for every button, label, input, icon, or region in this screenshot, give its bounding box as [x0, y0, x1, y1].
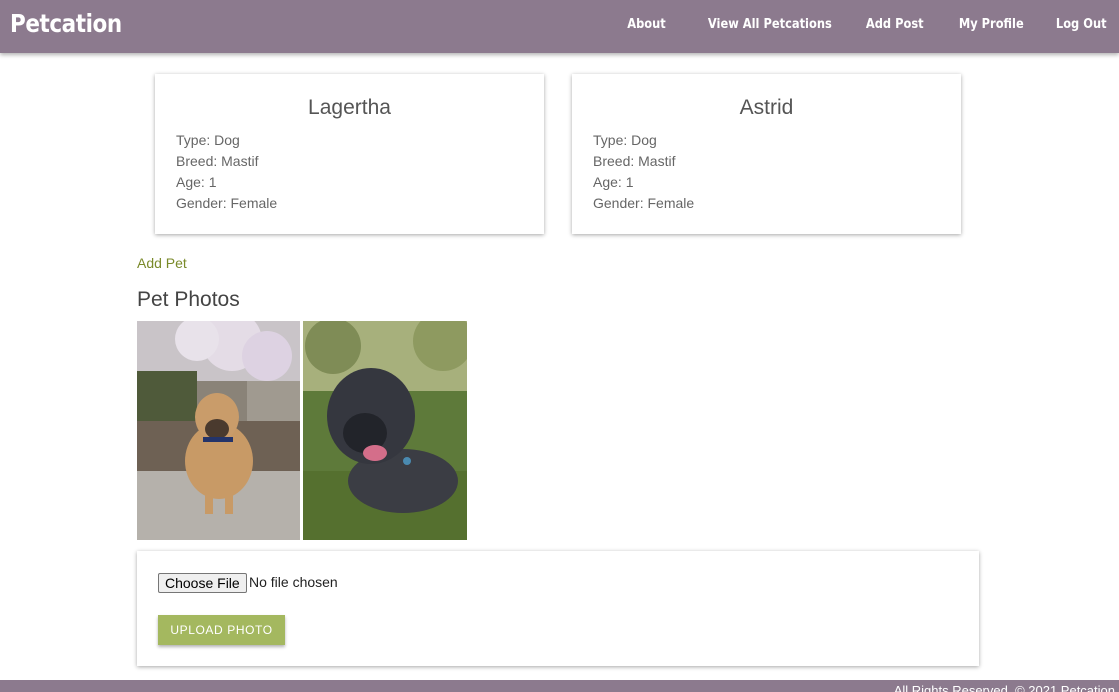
brand-logo[interactable]: Petcation — [10, 9, 122, 38]
pet-age: Age: 1 — [593, 174, 634, 190]
pet-type: Type: Dog — [176, 132, 240, 148]
nav-link-add-post[interactable]: Add Post — [866, 17, 924, 32]
nav-link-log-out[interactable]: Log Out — [1056, 17, 1107, 32]
pet-type: Type: Dog — [593, 132, 657, 148]
add-pet-link[interactable]: Add Pet — [137, 255, 187, 271]
nav-link-about[interactable]: About — [627, 17, 666, 32]
pet-gender: Gender: Female — [593, 195, 695, 211]
brindle-mastiff-lying-photo[interactable] — [303, 321, 467, 540]
pet-card: Astrid Type: Dog Breed: Mastif Age: 1 Ge… — [572, 74, 961, 234]
navbar: Petcation About View All Petcations Add … — [0, 0, 1119, 53]
pet-name: Astrid — [739, 96, 794, 119]
choose-file-button[interactable]: Choose File — [158, 573, 247, 593]
nav-link-view-all-petcations[interactable]: View All Petcations — [708, 17, 832, 32]
nav-link-my-profile[interactable]: My Profile — [959, 17, 1024, 32]
pet-name: Lagertha — [308, 96, 391, 119]
pet-breed: Breed: Mastif — [176, 153, 259, 169]
fawn-mastiff-sitting-photo[interactable] — [137, 321, 300, 540]
footer: All Rights Reserved. © 2021 Petcation — [0, 680, 1119, 692]
footer-copyright: All Rights Reserved. © 2021 Petcation — [893, 683, 1115, 692]
upload-photo-button[interactable]: UPLOAD PHOTO — [158, 615, 285, 645]
pet-breed: Breed: Mastif — [593, 153, 676, 169]
upload-photo-panel: Choose File No file chosen UPLOAD PHOTO — [137, 551, 979, 666]
pet-age: Age: 1 — [176, 174, 217, 190]
file-status-text: No file chosen — [249, 574, 338, 590]
pet-photos-title: Pet Photos — [137, 288, 240, 311]
pet-gender: Gender: Female — [176, 195, 278, 211]
pet-card: Lagertha Type: Dog Breed: Mastif Age: 1 … — [155, 74, 544, 234]
nav-links: About View All Petcations Add Post My Pr… — [596, 17, 1107, 32]
